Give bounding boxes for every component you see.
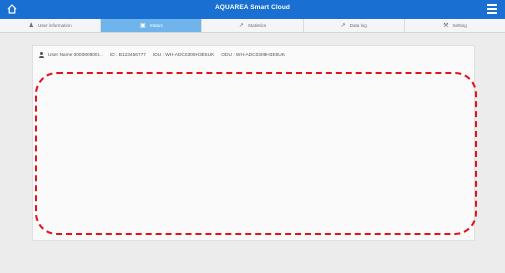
indoor-unit-model: IDU : WH-ADC0309H3E5UK (152, 52, 215, 58)
app-title: AQUAREA Smart Cloud (215, 4, 290, 11)
data-log-icon: ↗ (340, 22, 346, 29)
tab-label: Data log (349, 23, 367, 28)
person-icon (39, 52, 44, 58)
monitor-icon: ▣ (139, 22, 146, 29)
tab-data-log[interactable]: ↗ Data log (304, 19, 405, 32)
tab-label: User information (37, 23, 72, 28)
tab-label: Statistics (247, 23, 267, 28)
tab-status[interactable]: ▣ Status (101, 19, 203, 32)
top-app-bar: AQUAREA Smart Cloud (0, 0, 505, 19)
person-icon: ♟ (28, 22, 34, 29)
tab-setting[interactable]: ⚒ Setting (405, 19, 505, 32)
wrench-icon: ⚒ (443, 22, 449, 29)
hamburger-menu-icon[interactable] (487, 4, 497, 14)
tab-label: Status (149, 23, 163, 28)
tab-statistics[interactable]: ↗ Statistics (202, 19, 304, 32)
tab-user-information[interactable]: ♟ User information (0, 19, 102, 32)
user-name: User Name 000080800I... (48, 52, 103, 58)
device-info-line: User Name 000080800I... ID : B123456777 … (39, 52, 292, 58)
status-panel: User Name 000080800I... ID : B123456777 … (32, 45, 475, 241)
tab-bar: ♟ User information ▣ Status ↗ Statistics… (0, 19, 505, 33)
tab-label: Setting (452, 23, 467, 28)
chart-icon: ↗ (238, 22, 244, 29)
device-id: ID : B123456777 (109, 52, 146, 58)
outdoor-unit-model: ODU : WH-ADC0309H3E5UK (221, 52, 285, 58)
